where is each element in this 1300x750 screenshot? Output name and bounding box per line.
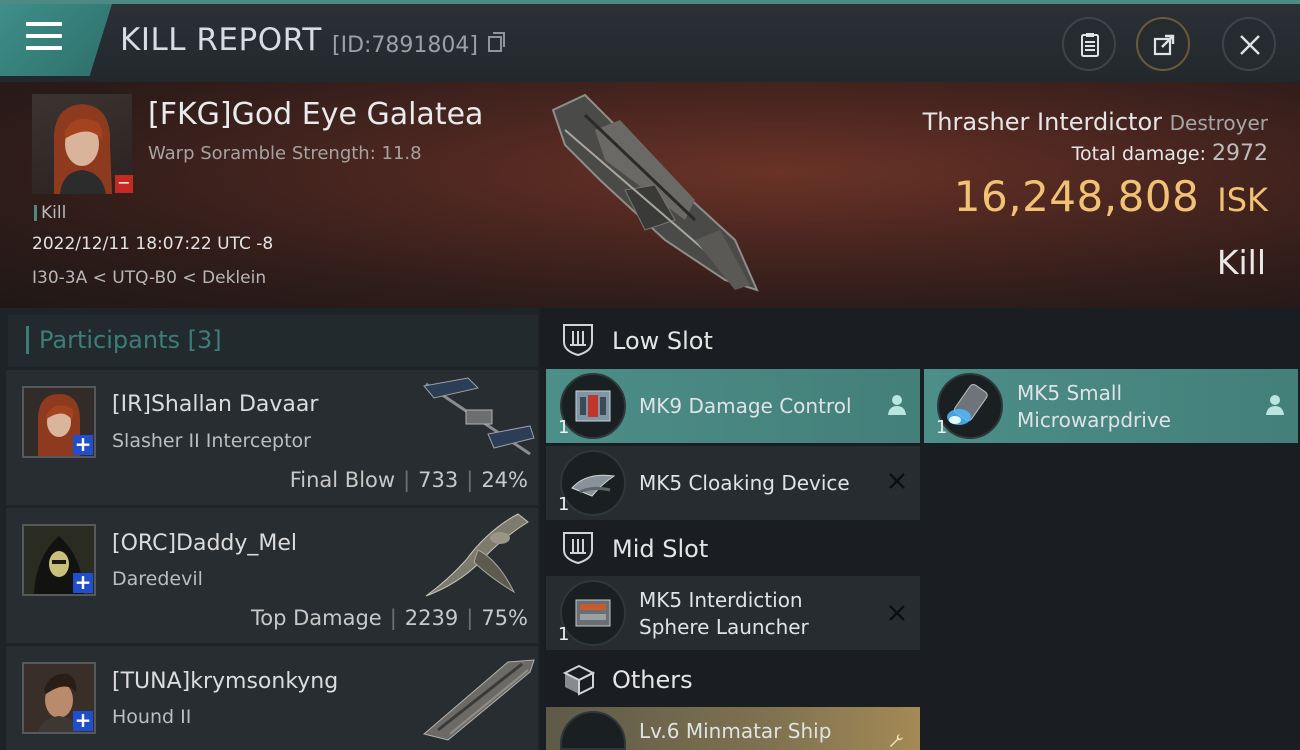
participant-ship-image [422,659,535,741]
stat-label: Final Blow [289,468,396,492]
isk-value: 16,248,808 [953,172,1200,221]
ship-name-text: Thrasher Interdictor [922,108,1162,136]
wrench-icon [890,734,903,747]
mid-slot-icon [563,532,593,564]
ship-class-text: Destroyer [1169,111,1268,135]
participant-ship-image [425,513,529,597]
victim-subtitle: Warp Soramble Strength: 11.8 [148,143,422,164]
item-quantity: 1 [558,624,570,645]
cloaking-device-icon [560,450,626,516]
item-quantity: 1 [558,494,570,515]
clipboard-button[interactable] [1062,17,1116,71]
add-contact-icon[interactable]: + [73,710,93,731]
kill-tag: Kill [34,205,66,222]
cube-icon [562,664,596,696]
mid-slot-title: Mid Slot [612,535,709,563]
dropped-user-icon [1266,395,1284,415]
share-icon [1153,34,1175,56]
others-title: Others [612,666,693,694]
share-button[interactable] [1136,17,1190,71]
participant-name[interactable]: [TUNA]krymsonkyng [112,669,338,694]
damage-control-icon [560,373,626,439]
participants-title-text: Participants [39,326,180,354]
total-damage-value: 2972 [1212,141,1268,166]
destroyed-x-icon [889,605,905,621]
result-label: Kill [1216,243,1266,282]
participant-ship: Hound II [112,706,192,728]
clipboard-icon [1081,33,1099,57]
item-name: MK5 Small Microwarpdrive [1017,380,1171,434]
victim-ship-image [551,93,759,292]
damage-percent: 75% [481,606,528,630]
isk-unit: ISK [1217,181,1268,219]
total-damage-label: Total damage: [1071,143,1206,165]
item-name: MK9 Damage Control [639,394,852,418]
total-damage: Total damage: 2972 [1072,141,1268,166]
damage-value: 733 [418,468,459,492]
stat-label: Top Damage [250,606,382,630]
victim-ship-name: Thrasher Interdictor Destroyer [923,108,1268,136]
add-contact-icon[interactable]: + [73,572,93,593]
dropped-user-icon [888,395,906,415]
item-name: MK5 Interdiction Sphere Launcher [639,587,809,641]
item-quantity: 1 [558,417,570,438]
participant-name[interactable]: [ORC]Daddy_Mel [112,531,297,556]
kill-location: I30-3A < UTQ-B0 < Deklein [32,268,267,288]
participants-count: [3] [187,326,222,354]
participant-ship: Daredevil [112,568,203,590]
participant-ship: Slasher II Interceptor [112,430,311,452]
participant-ship-image [423,377,535,456]
item-name-line: Microwarpdrive [1017,408,1171,432]
isk-value-row: 16,248,808 ISK [954,172,1268,221]
remove-badge-icon: − [115,175,133,193]
participant-stats: Final Blow | 733 | 24% [289,468,528,492]
participant-stats: Top Damage | 2239 | 75% [250,606,528,630]
low-slot-icon [563,324,593,356]
participants-title: Participants [3] [26,326,222,354]
page-title: KILL REPORT [120,22,322,58]
add-contact-icon[interactable]: + [73,434,93,455]
item-name-line: MK5 Interdiction [639,588,803,612]
victim-name[interactable]: [FKG]God Eye Galatea [148,97,483,132]
destroyed-x-icon [889,473,905,489]
close-button[interactable] [1222,17,1276,71]
damage-percent: 24% [481,468,528,492]
item-name-line: Sphere Launcher [639,615,809,639]
item-name-line: MK5 Small [1017,381,1122,405]
item-quantity: 1 [936,417,948,438]
item-name: Lv.6 Minmatar Ship [639,719,832,743]
menu-icon [26,22,62,50]
damage-value: 2239 [404,606,459,630]
participant-name[interactable]: [IR]Shallan Davaar [112,392,318,417]
kill-datetime: 2022/12/11 18:07:22 UTC -8 [32,234,274,254]
close-icon [1240,35,1260,55]
report-id: [ID:7891804] [332,33,478,58]
copy-icon[interactable] [488,32,505,52]
interdiction-launcher-icon [560,580,626,646]
low-slot-title: Low Slot [612,327,713,355]
item-name: MK5 Cloaking Device [639,471,850,495]
